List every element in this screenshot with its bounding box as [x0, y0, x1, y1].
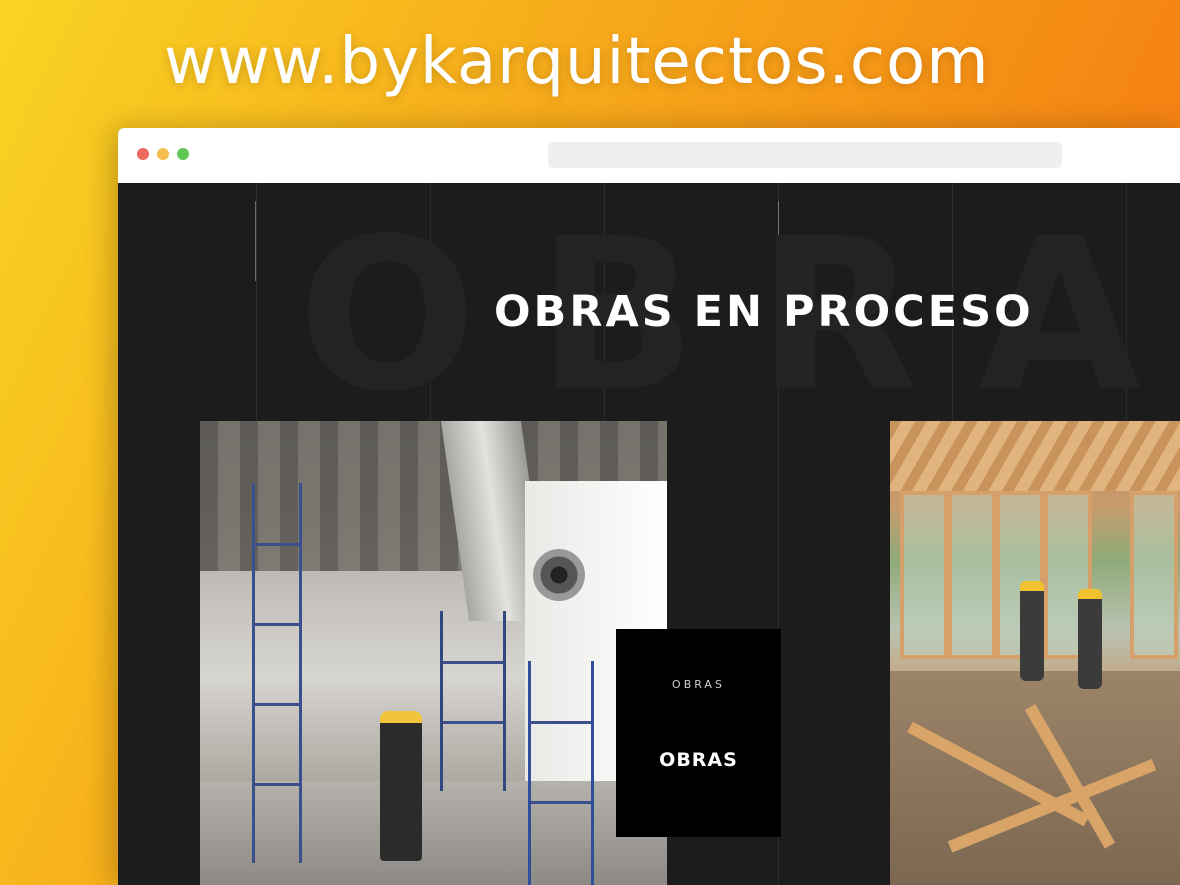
photo-worker [380, 711, 422, 861]
project-overlay-card[interactable]: OBRAS OBRAS [616, 629, 781, 837]
photo-scaffold [252, 483, 302, 863]
section-title: OBRAS EN PROCESO [494, 287, 1034, 337]
close-window-dot[interactable] [137, 148, 149, 160]
photo-window [948, 491, 996, 659]
gallery-photo-interior-construction[interactable] [200, 421, 667, 885]
photo-window [1130, 491, 1178, 659]
website-url-banner: www.bykarquitectos.com [164, 25, 990, 99]
photo-vent [533, 549, 585, 601]
gallery-photo-timber-construction[interactable] [890, 421, 1180, 885]
browser-chrome [118, 128, 1180, 183]
grid-accent-line [255, 201, 256, 281]
minimize-window-dot[interactable] [157, 148, 169, 160]
overlay-title: OBRAS [659, 749, 738, 771]
browser-window: OBRAS OBRAS EN PROCESO [118, 128, 1180, 885]
photo-scaffold [440, 611, 506, 791]
overlay-category-label: OBRAS [672, 678, 725, 691]
photo-roof [890, 421, 1180, 491]
maximize-window-dot[interactable] [177, 148, 189, 160]
address-bar[interactable] [548, 142, 1062, 168]
photo-worker [1078, 589, 1102, 689]
photo-worker [1020, 581, 1044, 681]
photo-window [900, 491, 948, 659]
page-viewport: OBRAS OBRAS EN PROCESO [118, 183, 1180, 885]
photo-scaffold [528, 661, 594, 885]
